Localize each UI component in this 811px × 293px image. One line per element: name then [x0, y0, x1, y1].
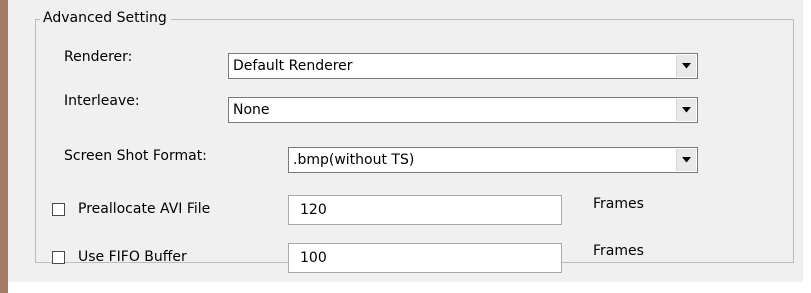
renderer-dropdown-button[interactable]	[676, 55, 696, 77]
renderer-dropdown[interactable]: Default Renderer	[228, 53, 698, 79]
chevron-down-icon	[682, 107, 691, 113]
chevron-down-icon	[682, 63, 691, 69]
interleave-dropdown[interactable]: None	[228, 97, 698, 123]
fifo-frames-unit: Frames	[593, 243, 644, 259]
screenshot-format-dropdown-button[interactable]	[676, 149, 696, 171]
preallocate-frames-unit: Frames	[593, 196, 644, 212]
preallocate-avi-checkbox[interactable]	[52, 203, 65, 216]
renderer-value: Default Renderer	[233, 58, 353, 74]
screenshot-format-value: .bmp(without TS)	[293, 152, 415, 168]
window-frame	[0, 0, 8, 293]
window-bottom-edge	[8, 282, 803, 293]
fifo-buffer-label[interactable]: Use FIFO Buffer	[78, 248, 187, 266]
preallocate-frames-input[interactable]: 120	[288, 195, 562, 225]
chevron-down-icon	[682, 157, 691, 163]
group-title: Advanced Setting	[40, 8, 171, 28]
fifo-frames-input[interactable]: 100	[288, 243, 562, 273]
window-edge	[803, 0, 811, 293]
preallocate-avi-label[interactable]: Preallocate AVI File	[78, 200, 210, 218]
renderer-label: Renderer:	[64, 49, 133, 65]
screenshot-format-label: Screen Shot Format:	[64, 148, 207, 164]
interleave-value: None	[233, 102, 270, 118]
screenshot-format-dropdown[interactable]: .bmp(without TS)	[288, 147, 698, 173]
interleave-label: Interleave:	[64, 93, 140, 109]
fifo-buffer-checkbox[interactable]	[52, 251, 65, 264]
interleave-dropdown-button[interactable]	[676, 99, 696, 121]
